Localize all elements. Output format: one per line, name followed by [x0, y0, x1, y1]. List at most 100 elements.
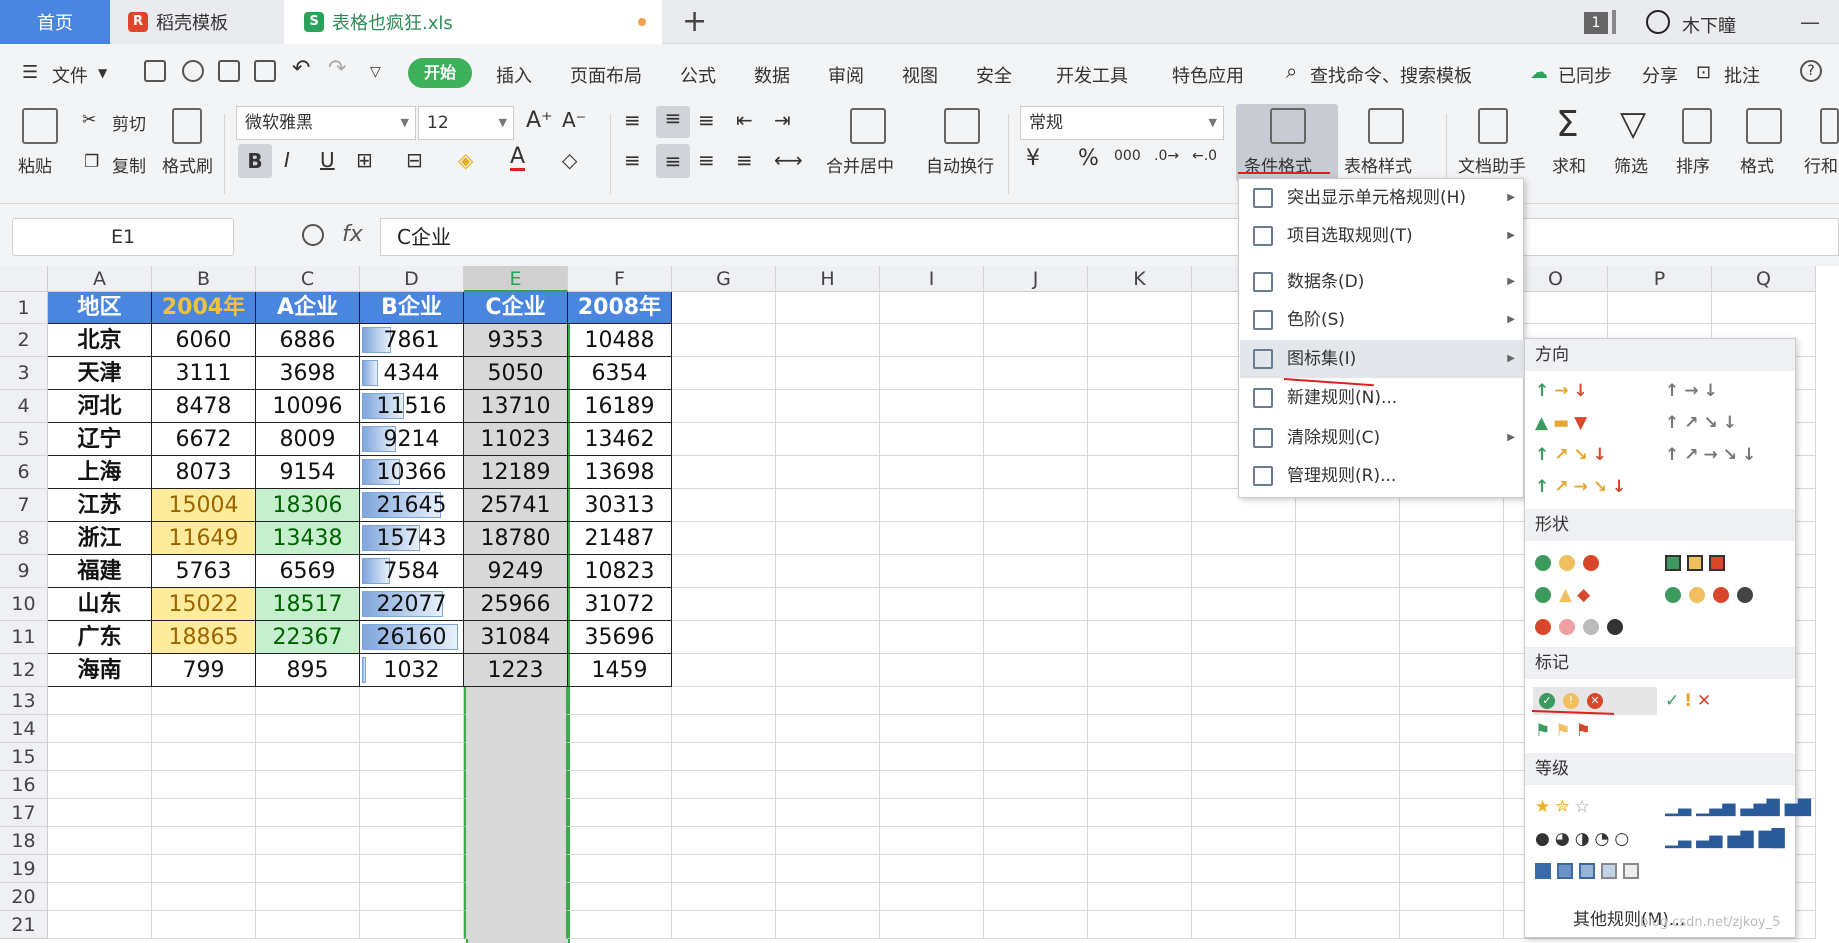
table-cell[interactable]: 3111 [152, 357, 256, 390]
cell[interactable] [1296, 621, 1400, 654]
cell[interactable] [672, 911, 776, 939]
cell[interactable] [776, 827, 880, 855]
row-header-6[interactable]: 6 [0, 456, 48, 489]
table-cell[interactable]: 3698 [256, 357, 360, 390]
column-header-b[interactable]: B [152, 266, 256, 292]
scissors-icon[interactable]: ✂ [82, 110, 96, 130]
cell[interactable] [568, 771, 672, 799]
icon-set-3-triangles[interactable]: ▲ ▬ ▼ [1535, 411, 1592, 435]
cell[interactable] [880, 621, 984, 654]
table-cell[interactable]: 7861 [360, 324, 464, 357]
table-cell[interactable]: 11516 [360, 390, 464, 423]
cell[interactable] [776, 654, 880, 687]
cell[interactable] [984, 423, 1088, 456]
cell[interactable] [1296, 522, 1400, 555]
align-bottom-icon[interactable]: ≡ [698, 108, 715, 132]
cell[interactable] [1712, 292, 1816, 324]
cell[interactable] [1088, 911, 1192, 939]
cell[interactable] [776, 771, 880, 799]
cell[interactable] [360, 771, 464, 799]
row-header-20[interactable]: 20 [0, 883, 48, 911]
cell[interactable] [880, 827, 984, 855]
select-all-corner[interactable] [0, 266, 48, 292]
cell[interactable] [1192, 799, 1296, 827]
cell[interactable] [464, 771, 568, 799]
cell[interactable] [984, 715, 1088, 743]
header-cell[interactable]: 地区 [48, 292, 152, 324]
cell[interactable] [984, 621, 1088, 654]
menu-formula[interactable]: 公式 [680, 62, 716, 88]
cell[interactable] [672, 771, 776, 799]
table-cell[interactable]: 6060 [152, 324, 256, 357]
cell[interactable] [776, 621, 880, 654]
cell[interactable] [1400, 743, 1504, 771]
cell[interactable] [984, 357, 1088, 390]
icon-set-3-arrows-gray[interactable]: ↑ → ↓ [1665, 379, 1723, 403]
table-cell[interactable]: 7584 [360, 555, 464, 588]
table-cell[interactable]: 22077 [360, 588, 464, 621]
cell[interactable] [1400, 687, 1504, 715]
row-col-button[interactable]: 行和 [1804, 152, 1838, 177]
cell[interactable] [464, 855, 568, 883]
cell[interactable] [1088, 456, 1192, 489]
cell[interactable] [1192, 827, 1296, 855]
table-cell[interactable]: 13710 [464, 390, 568, 423]
distribute-icon[interactable]: ⟷ [774, 148, 803, 172]
zoom-icon[interactable] [302, 224, 324, 246]
table-cell[interactable]: 6354 [568, 357, 672, 390]
table-cell[interactable]: 8009 [256, 423, 360, 456]
table-cell[interactable]: 9154 [256, 456, 360, 489]
filter-icon[interactable]: ▽ [1620, 104, 1646, 144]
cell[interactable] [152, 827, 256, 855]
cell[interactable] [984, 324, 1088, 357]
cell[interactable] [1088, 555, 1192, 588]
cell[interactable] [1088, 799, 1192, 827]
cell[interactable] [1192, 588, 1296, 621]
cell[interactable] [1088, 489, 1192, 522]
cell[interactable] [880, 743, 984, 771]
cell[interactable] [776, 588, 880, 621]
cell[interactable] [776, 687, 880, 715]
cond-format-menu-item[interactable]: 管理规则(R)... [1239, 457, 1523, 495]
cell[interactable] [256, 743, 360, 771]
wrap-text-button[interactable]: 自动换行 [926, 152, 994, 177]
new-tab-button[interactable]: + [682, 4, 707, 39]
table-style-icon[interactable] [1368, 108, 1404, 144]
cell[interactable] [1296, 715, 1400, 743]
sync-status[interactable]: 已同步 [1558, 62, 1612, 88]
cell[interactable] [568, 715, 672, 743]
cell[interactable] [672, 357, 776, 390]
table-cell[interactable]: 18306 [256, 489, 360, 522]
cell[interactable] [360, 687, 464, 715]
italic-button[interactable]: I [284, 148, 290, 172]
column-header-h[interactable]: H [776, 266, 880, 292]
cell[interactable] [1088, 654, 1192, 687]
table-cell[interactable]: 895 [256, 654, 360, 687]
cell[interactable] [984, 687, 1088, 715]
cond-format-menu-item[interactable]: 数据条(D) ▶ [1239, 263, 1523, 301]
cell[interactable] [1192, 555, 1296, 588]
column-header-k[interactable]: K [1088, 266, 1192, 292]
cell[interactable] [152, 715, 256, 743]
cell[interactable] [1400, 799, 1504, 827]
cell[interactable] [984, 654, 1088, 687]
cell[interactable] [464, 911, 568, 939]
tab-home[interactable]: 首页 [0, 0, 110, 44]
name-box[interactable]: E1 [12, 218, 234, 256]
eraser-icon[interactable]: ◇ [562, 148, 577, 172]
menu-insert[interactable]: 插入 [496, 62, 532, 88]
table-cell[interactable]: 6886 [256, 324, 360, 357]
column-header-i[interactable]: I [880, 266, 984, 292]
cond-format-menu-item[interactable]: 项目选取规则(T) ▶ [1239, 217, 1523, 255]
row-header-21[interactable]: 21 [0, 911, 48, 939]
table-cell[interactable]: 5763 [152, 555, 256, 588]
table-cell[interactable]: 上海 [48, 456, 152, 489]
sum-icon[interactable]: Σ [1556, 104, 1579, 145]
column-header-g[interactable]: G [672, 266, 776, 292]
align-middle-icon[interactable]: ≡ [656, 106, 690, 138]
cell[interactable] [984, 489, 1088, 522]
cell[interactable] [880, 654, 984, 687]
table-cell[interactable]: 18780 [464, 522, 568, 555]
cell[interactable] [880, 715, 984, 743]
help-icon[interactable]: ? [1800, 60, 1822, 82]
